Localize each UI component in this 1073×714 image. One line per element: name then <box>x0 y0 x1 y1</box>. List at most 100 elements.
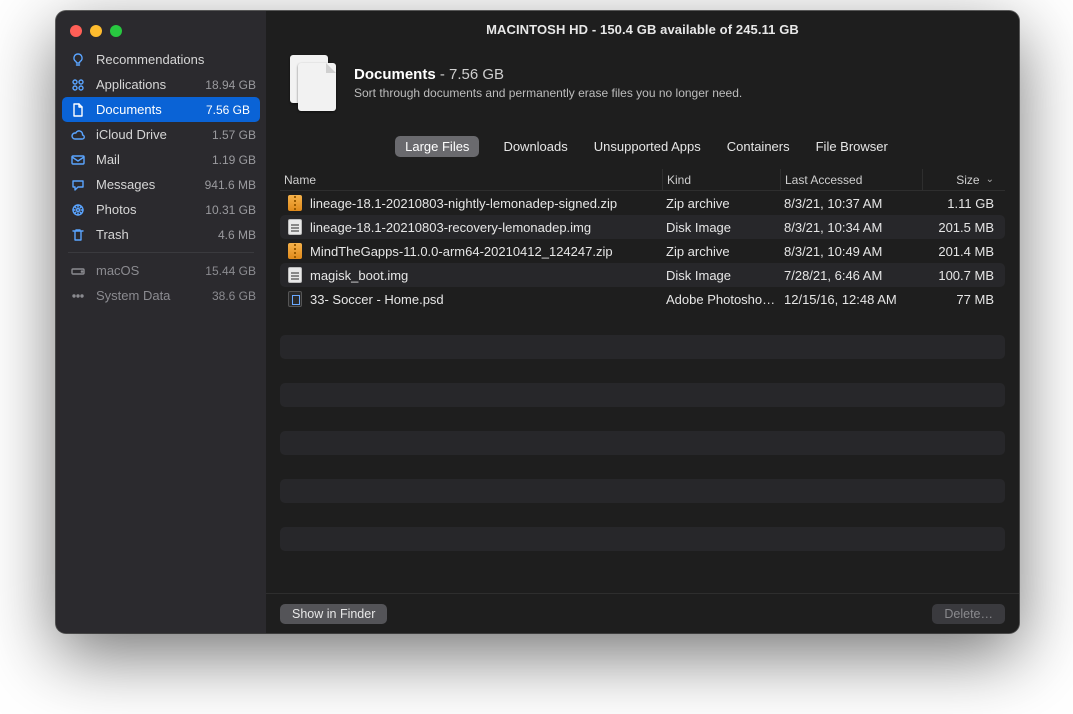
file-kind: Zip archive <box>662 244 780 259</box>
tab-large-files[interactable]: Large Files <box>395 136 479 157</box>
table-row[interactable]: 33- Soccer - Home.psd Adobe Photosho…12/1… <box>280 287 1005 311</box>
file-name: MindTheGapps-11.0.0-arm64-20210412_12424… <box>310 244 613 259</box>
photos-icon <box>70 202 86 218</box>
sidebar-item-value: 7.56 GB <box>206 103 250 117</box>
file-size: 201.5 MB <box>922 220 1004 235</box>
tab-containers[interactable]: Containers <box>725 137 792 156</box>
sidebar-item-photos[interactable]: Photos 10.31 GB <box>56 197 266 222</box>
sidebar-item-documents[interactable]: Documents 7.56 GB <box>62 97 260 122</box>
disk-icon <box>70 263 86 279</box>
file-kind: Adobe Photosho… <box>662 292 780 307</box>
sidebar-item-recommendations[interactable]: Recommendations <box>56 47 266 72</box>
sidebar-item-label: Photos <box>96 202 195 217</box>
sidebar-separator <box>68 252 254 253</box>
empty-row <box>280 431 1005 455</box>
zip-file-icon <box>288 195 302 211</box>
file-name: 33- Soccer - Home.psd <box>310 292 444 307</box>
sort-descending-icon: ⌄ <box>986 174 994 185</box>
file-last-accessed: 7/28/21, 6:46 AM <box>780 268 922 283</box>
table-row[interactable]: lineage-18.1-20210803-recovery-lemonadep… <box>280 215 1005 239</box>
sidebar-item-value: 941.6 MB <box>205 178 256 192</box>
file-last-accessed: 12/15/16, 12:48 AM <box>780 292 922 307</box>
file-kind: Disk Image <box>662 268 780 283</box>
section-subtitle: Sort through documents and permanently e… <box>354 86 742 100</box>
sidebar-item-value: 38.6 GB <box>212 289 256 303</box>
tab-downloads[interactable]: Downloads <box>501 137 569 156</box>
sidebar-item-label: macOS <box>96 263 195 278</box>
sidebar-item-label: Mail <box>96 152 202 167</box>
file-name: lineage-18.1-20210803-recovery-lemonadep… <box>310 220 591 235</box>
trash-icon <box>70 227 86 243</box>
msg-icon <box>70 177 86 193</box>
empty-row <box>280 527 1005 551</box>
main-panel: MACINTOSH HD - 150.4 GB available of 245… <box>266 11 1019 633</box>
file-last-accessed: 8/3/21, 10:37 AM <box>780 196 922 211</box>
sidebar-item-messages[interactable]: Messages 941.6 MB <box>56 172 266 197</box>
file-kind: Disk Image <box>662 220 780 235</box>
sidebar-item-value: 10.31 GB <box>205 203 256 217</box>
footer-bar: Show in Finder Delete… <box>266 593 1019 633</box>
empty-row <box>280 479 1005 503</box>
file-kind: Zip archive <box>662 196 780 211</box>
sidebar-item-label: Messages <box>96 177 195 192</box>
img-file-icon <box>288 267 302 283</box>
table-header: Name Kind Last Accessed Size ⌄ <box>280 169 1005 191</box>
sidebar-item-icloud-drive[interactable]: iCloud Drive1.57 GB <box>56 122 266 147</box>
documents-stack-icon <box>290 55 338 111</box>
tab-unsupported-apps[interactable]: Unsupported Apps <box>592 137 703 156</box>
column-kind[interactable]: Kind <box>662 169 780 190</box>
sidebar-item-system-data[interactable]: System Data 38.6 GB <box>56 283 266 308</box>
sidebar-item-value: 18.94 GB <box>205 78 256 92</box>
file-last-accessed: 8/3/21, 10:49 AM <box>780 244 922 259</box>
storage-management-window: Recommendations Applications 18.94 GB Docum… <box>56 11 1019 633</box>
sidebar-item-value: 4.6 MB <box>218 228 256 242</box>
sidebar-item-mail[interactable]: Mail 1.19 GB <box>56 147 266 172</box>
show-in-finder-button[interactable]: Show in Finder <box>280 604 387 624</box>
column-name[interactable]: Name <box>280 169 662 190</box>
file-size: 77 MB <box>922 292 1004 307</box>
empty-row <box>280 335 1005 359</box>
minimize-window-button[interactable] <box>90 25 102 37</box>
sidebar-item-macos[interactable]: macOS 15.44 GB <box>56 258 266 283</box>
apps-icon <box>70 77 86 93</box>
file-last-accessed: 8/3/21, 10:34 AM <box>780 220 922 235</box>
column-size-label: Size <box>956 173 979 187</box>
sidebar-item-label: iCloud Drive <box>96 127 202 142</box>
sidebar-item-label: Recommendations <box>96 52 246 67</box>
sidebar-item-applications[interactable]: Applications 18.94 GB <box>56 72 266 97</box>
sidebar-item-label: Applications <box>96 77 195 92</box>
file-name: lineage-18.1-20210803-nightly-lemonadep-… <box>310 196 617 211</box>
sidebar-item-label: Trash <box>96 227 208 242</box>
fullscreen-window-button[interactable] <box>110 25 122 37</box>
img-file-icon <box>288 219 302 235</box>
file-table: Name Kind Last Accessed Size ⌄ lineage-1… <box>280 169 1005 551</box>
sidebar-item-label: System Data <box>96 288 202 303</box>
mail-icon <box>70 152 86 168</box>
bulb-icon <box>70 52 86 68</box>
sidebar-item-label: Documents <box>96 102 196 117</box>
delete-button[interactable]: Delete… <box>932 604 1005 624</box>
file-name: magisk_boot.img <box>310 268 408 283</box>
window-title: MACINTOSH HD - 150.4 GB available of 245… <box>266 11 1019 47</box>
close-window-button[interactable] <box>70 25 82 37</box>
cloud-icon <box>70 127 86 143</box>
sidebar-item-value: 15.44 GB <box>205 264 256 278</box>
window-controls <box>56 17 266 47</box>
sidebar-item-trash[interactable]: Trash 4.6 MB <box>56 222 266 247</box>
section-header: Documents - 7.56 GB Sort through documen… <box>266 47 1019 129</box>
empty-row <box>280 383 1005 407</box>
file-size: 100.7 MB <box>922 268 1004 283</box>
tab-file-browser[interactable]: File Browser <box>814 137 890 156</box>
column-last-accessed[interactable]: Last Accessed <box>780 169 922 190</box>
psd-file-icon <box>288 291 302 307</box>
file-size: 1.11 GB <box>922 196 1004 211</box>
sidebar-item-value: 1.19 GB <box>212 153 256 167</box>
table-row[interactable]: lineage-18.1-20210803-nightly-lemonadep-… <box>280 191 1005 215</box>
table-row[interactable]: MindTheGapps-11.0.0-arm64-20210412_12424… <box>280 239 1005 263</box>
dots-icon <box>70 288 86 304</box>
tab-bar: Large Files Downloads Unsupported Apps Cont… <box>266 129 1019 163</box>
doc-icon <box>70 102 86 118</box>
column-size[interactable]: Size ⌄ <box>922 169 1004 190</box>
table-row[interactable]: magisk_boot.img Disk Image7/28/21, 6:46 A… <box>280 263 1005 287</box>
file-size: 201.4 MB <box>922 244 1004 259</box>
